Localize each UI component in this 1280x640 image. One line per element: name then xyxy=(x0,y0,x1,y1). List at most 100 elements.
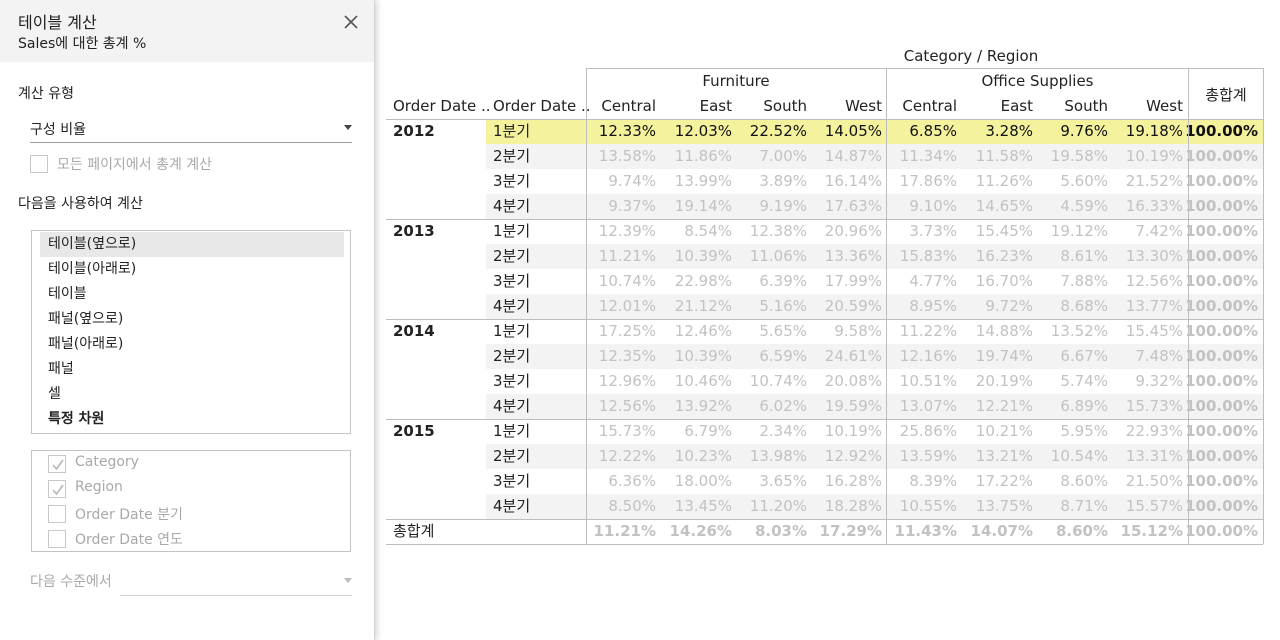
data-cell[interactable]: 21.50% xyxy=(1109,469,1183,494)
data-cell[interactable]: 19.74% xyxy=(959,344,1033,369)
quarter-label[interactable]: 2분기 xyxy=(493,344,530,369)
year-label[interactable]: 2012 xyxy=(393,119,435,144)
data-cell[interactable]: 14.65% xyxy=(959,194,1033,219)
grand-total-cell[interactable]: 11.21% xyxy=(582,519,656,544)
data-cell[interactable]: 9.72% xyxy=(959,294,1033,319)
data-cell[interactable]: 15.73% xyxy=(582,419,656,444)
region-header[interactable]: South xyxy=(731,97,807,115)
data-cell[interactable]: 17.63% xyxy=(808,194,882,219)
data-cell[interactable]: 17.22% xyxy=(959,469,1033,494)
row-total-cell[interactable]: 100.00% xyxy=(1184,294,1258,319)
data-cell[interactable]: 9.74% xyxy=(582,169,656,194)
quarter-label[interactable]: 4분기 xyxy=(493,194,530,219)
category-header[interactable]: Furniture xyxy=(586,72,886,90)
data-cell[interactable]: 12.38% xyxy=(733,219,807,244)
data-cell[interactable]: 7.00% xyxy=(733,144,807,169)
data-cell[interactable]: 24.61% xyxy=(808,344,882,369)
data-cell[interactable]: 11.22% xyxy=(883,319,957,344)
data-cell[interactable]: 15.73% xyxy=(1109,394,1183,419)
data-cell[interactable]: 14.05% xyxy=(808,119,882,144)
data-cell[interactable]: 10.19% xyxy=(1109,144,1183,169)
data-cell[interactable]: 21.12% xyxy=(658,294,732,319)
data-cell[interactable]: 13.45% xyxy=(658,494,732,519)
data-cell[interactable]: 13.30% xyxy=(1109,244,1183,269)
data-cell[interactable]: 9.19% xyxy=(733,194,807,219)
data-cell[interactable]: 6.36% xyxy=(582,469,656,494)
row-header-quarter[interactable]: Order Date .. xyxy=(493,97,591,115)
quarter-label[interactable]: 1분기 xyxy=(493,119,530,144)
row-total-cell[interactable]: 100.00% xyxy=(1184,369,1258,394)
data-cell[interactable]: 4.59% xyxy=(1034,194,1108,219)
data-cell[interactable]: 7.88% xyxy=(1034,269,1108,294)
data-cell[interactable]: 8.61% xyxy=(1034,244,1108,269)
grand-total-row-label[interactable]: 총합계 xyxy=(393,519,434,544)
data-cell[interactable]: 8.50% xyxy=(582,494,656,519)
data-cell[interactable]: 13.07% xyxy=(883,394,957,419)
data-cell[interactable]: 13.92% xyxy=(658,394,732,419)
data-cell[interactable]: 12.22% xyxy=(582,444,656,469)
data-cell[interactable]: 17.99% xyxy=(808,269,882,294)
dimension-row-category[interactable]: Category xyxy=(48,454,338,474)
data-cell[interactable]: 18.00% xyxy=(658,469,732,494)
grand-total-total-cell[interactable]: 100.00% xyxy=(1184,519,1258,544)
row-total-cell[interactable]: 100.00% xyxy=(1184,194,1258,219)
data-cell[interactable]: 6.89% xyxy=(1034,394,1108,419)
region-header[interactable]: Central xyxy=(881,97,957,115)
compute-using-item[interactable]: 특정 차원 xyxy=(40,407,344,432)
data-cell[interactable]: 15.83% xyxy=(883,244,957,269)
data-cell[interactable]: 20.96% xyxy=(808,219,882,244)
data-cell[interactable]: 11.06% xyxy=(733,244,807,269)
data-cell[interactable]: 8.71% xyxy=(1034,494,1108,519)
data-cell[interactable]: 11.21% xyxy=(582,244,656,269)
data-cell[interactable]: 22.98% xyxy=(658,269,732,294)
row-total-cell[interactable]: 100.00% xyxy=(1184,119,1258,144)
data-cell[interactable]: 12.16% xyxy=(883,344,957,369)
row-total-cell[interactable]: 100.00% xyxy=(1184,394,1258,419)
data-cell[interactable]: 16.14% xyxy=(808,169,882,194)
data-cell[interactable]: 6.59% xyxy=(733,344,807,369)
data-cell[interactable]: 13.59% xyxy=(883,444,957,469)
data-cell[interactable]: 13.75% xyxy=(959,494,1033,519)
grand-total-cell[interactable]: 11.43% xyxy=(883,519,957,544)
data-cell[interactable]: 12.39% xyxy=(582,219,656,244)
close-button[interactable] xyxy=(340,11,362,33)
data-cell[interactable]: 13.58% xyxy=(582,144,656,169)
quarter-label[interactable]: 1분기 xyxy=(493,219,530,244)
data-cell[interactable]: 8.60% xyxy=(1034,469,1108,494)
data-cell[interactable]: 14.88% xyxy=(959,319,1033,344)
data-cell[interactable]: 12.92% xyxy=(808,444,882,469)
quarter-label[interactable]: 3분기 xyxy=(493,469,530,494)
data-cell[interactable]: 15.45% xyxy=(959,219,1033,244)
category-header[interactable]: Office Supplies xyxy=(887,72,1188,90)
data-cell[interactable]: 5.16% xyxy=(733,294,807,319)
calc-type-dropdown[interactable]: 구성 비율 xyxy=(30,117,352,143)
data-cell[interactable]: 10.23% xyxy=(658,444,732,469)
data-cell[interactable]: 16.33% xyxy=(1109,194,1183,219)
data-cell[interactable]: 11.20% xyxy=(733,494,807,519)
quarter-label[interactable]: 4분기 xyxy=(493,394,530,419)
data-cell[interactable]: 13.52% xyxy=(1034,319,1108,344)
data-cell[interactable]: 12.96% xyxy=(582,369,656,394)
data-cell[interactable]: 3.89% xyxy=(733,169,807,194)
data-cell[interactable]: 9.10% xyxy=(883,194,957,219)
compute-using-item[interactable]: 패널 xyxy=(40,357,344,382)
data-cell[interactable]: 6.02% xyxy=(733,394,807,419)
data-cell[interactable]: 5.65% xyxy=(733,319,807,344)
region-header[interactable]: East xyxy=(656,97,732,115)
data-cell[interactable]: 5.95% xyxy=(1034,419,1108,444)
year-label[interactable]: 2013 xyxy=(393,219,435,244)
data-cell[interactable]: 13.36% xyxy=(808,244,882,269)
data-cell[interactable]: 14.87% xyxy=(808,144,882,169)
data-cell[interactable]: 12.03% xyxy=(658,119,732,144)
data-cell[interactable]: 13.21% xyxy=(959,444,1033,469)
compute-using-item[interactable]: 패널(아래로) xyxy=(40,332,344,357)
data-cell[interactable]: 13.31% xyxy=(1109,444,1183,469)
data-cell[interactable]: 19.18% xyxy=(1109,119,1183,144)
quarter-label[interactable]: 4분기 xyxy=(493,494,530,519)
data-cell[interactable]: 8.39% xyxy=(883,469,957,494)
row-total-cell[interactable]: 100.00% xyxy=(1184,444,1258,469)
data-cell[interactable]: 18.28% xyxy=(808,494,882,519)
data-cell[interactable]: 13.98% xyxy=(733,444,807,469)
dimension-checkbox[interactable] xyxy=(48,480,66,498)
data-cell[interactable]: 6.39% xyxy=(733,269,807,294)
